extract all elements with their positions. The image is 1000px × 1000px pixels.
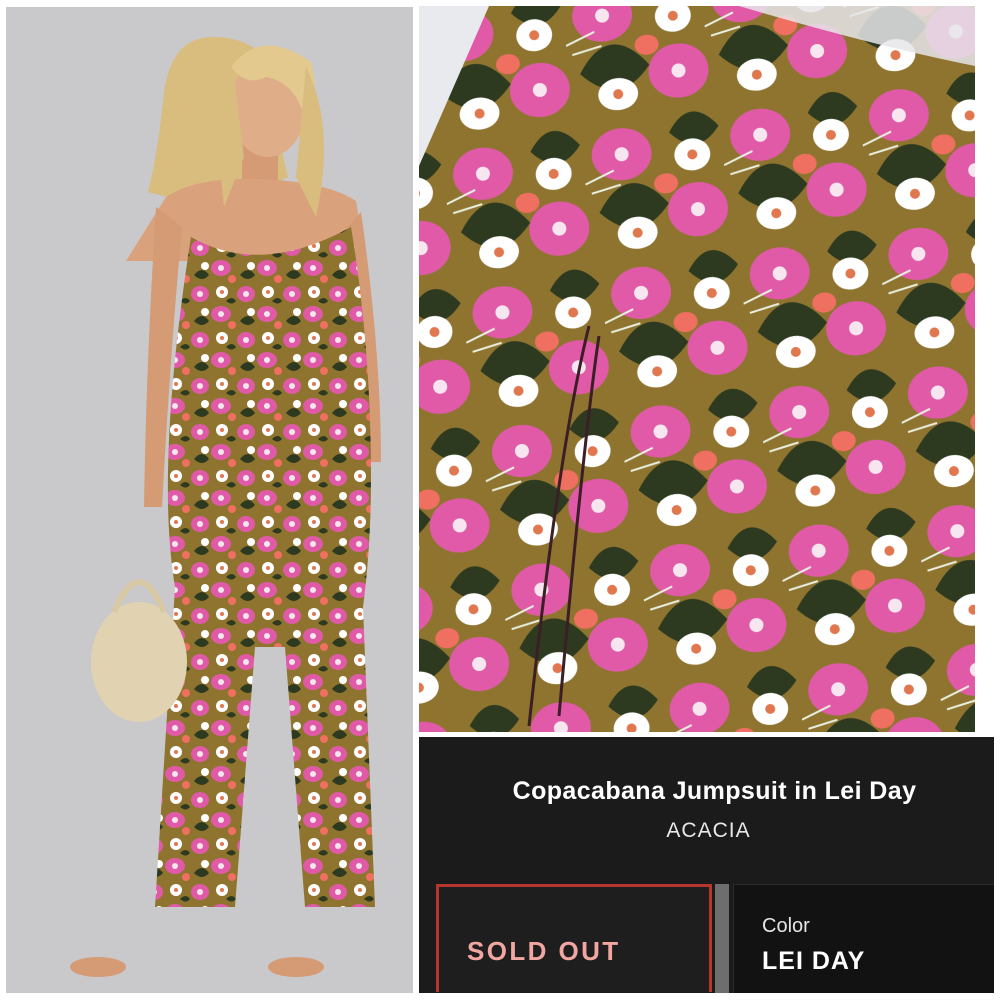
sold-out-button[interactable]: SOLD OUT (436, 884, 712, 992)
model-photo (6, 7, 413, 993)
fabric-closeup-photo (419, 6, 975, 732)
model-illustration (6, 7, 413, 993)
panel-divider (715, 884, 729, 993)
sold-out-label: SOLD OUT (467, 936, 621, 966)
product-title: Copacabana Jumpsuit in Lei Day (512, 777, 917, 805)
product-info-panel: Copacabana Jumpsuit in Lei Day ACACIA SO… (419, 737, 994, 993)
color-label: Color (762, 915, 810, 937)
color-value: LEI DAY (762, 947, 866, 975)
brand-name[interactable]: ACACIA (419, 819, 994, 843)
fabric-print-illustration (419, 6, 975, 732)
color-selector[interactable]: Color LEI DAY (733, 884, 994, 993)
